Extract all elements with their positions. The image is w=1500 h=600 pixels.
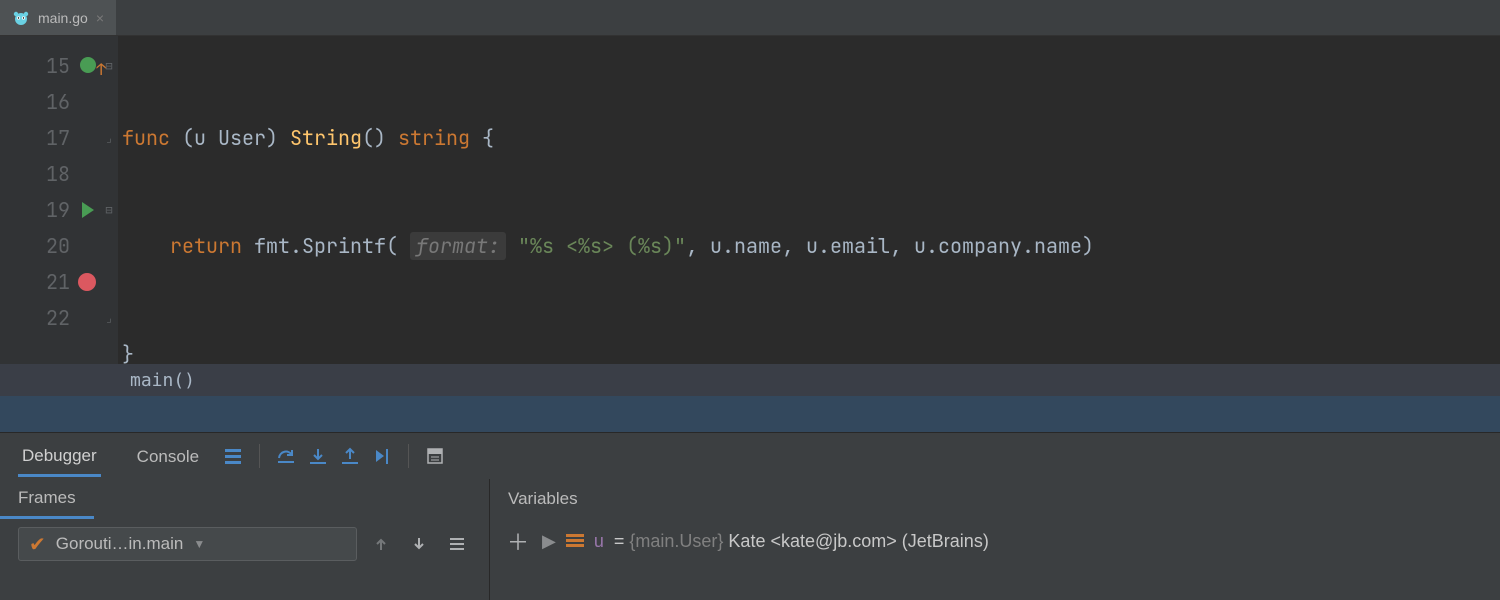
line-number: 16: [0, 84, 100, 120]
editor-spacer: [0, 396, 1500, 432]
goroutine-label: Gorouti…in.main: [56, 534, 184, 554]
code-editor[interactable]: 15 16 17 18 19 20 21 22 ⊟ ⌟ ⊟ ⌟ func (u …: [0, 36, 1500, 364]
breakpoint-marker[interactable]: 21: [0, 264, 100, 300]
check-icon: ✔: [29, 532, 46, 557]
variable-type: {main.User}: [629, 531, 723, 551]
frames-list-icon[interactable]: [443, 530, 471, 558]
breadcrumb-context[interactable]: main(): [0, 364, 1500, 396]
step-out-icon[interactable]: [336, 442, 364, 470]
struct-icon: [566, 534, 584, 548]
tab-console[interactable]: Console: [125, 437, 203, 475]
variables-header[interactable]: Variables: [490, 479, 1500, 519]
line-number[interactable]: 19: [0, 192, 100, 228]
tab-debugger[interactable]: Debugger: [18, 436, 101, 477]
goroutine-selector[interactable]: ✔ Gorouti…in.main ▼: [18, 527, 357, 561]
frames-panel: Frames ✔ Gorouti…in.main ▼: [0, 479, 490, 600]
next-frame-icon[interactable]: [405, 530, 433, 558]
prev-frame-icon[interactable]: [367, 530, 395, 558]
line-number: 22: [0, 300, 100, 336]
frames-header[interactable]: Frames: [0, 479, 94, 519]
code-line: return fmt.Sprintf( format: "%s <%s> (%s…: [118, 228, 1500, 264]
variable-value: Kate <kate@jb.com> (JetBrains): [723, 531, 988, 551]
file-tab-label: main.go: [38, 10, 88, 26]
fold-toggle-icon[interactable]: ⊟: [100, 192, 118, 228]
variables-row[interactable]: ＋ ▶ u = {main.User} Kate <kate@jb.com> (…: [490, 519, 1500, 563]
close-tab-icon[interactable]: ×: [96, 10, 104, 26]
expand-icon[interactable]: ▶: [542, 531, 556, 552]
fold-end-icon: ⌟: [100, 120, 118, 156]
line-number: 15: [0, 48, 100, 84]
debug-toolbar: Debugger Console: [0, 433, 1500, 479]
variable-name: u: [594, 531, 604, 552]
add-watch-icon[interactable]: ＋: [504, 527, 532, 555]
go-file-icon: [12, 9, 30, 27]
code-line: func (u User) String() string {: [118, 120, 1500, 156]
threads-icon[interactable]: [219, 442, 247, 470]
param-hint: format:: [410, 232, 506, 260]
editor-tabbar: main.go ×: [0, 0, 1500, 36]
line-gutter: 15 16 17 18 19 20 21 22: [0, 36, 100, 364]
line-number: 20: [0, 228, 100, 264]
file-tab-main-go[interactable]: main.go ×: [0, 0, 116, 35]
line-number: 17: [0, 120, 100, 156]
run-to-cursor-icon[interactable]: [368, 442, 396, 470]
fold-end-icon: ⌟: [100, 300, 118, 336]
variables-panel: Variables ＋ ▶ u = {main.User} Kate <kate…: [490, 479, 1500, 600]
code-line: }: [118, 336, 1500, 364]
line-number: 18: [0, 156, 100, 192]
debug-panel: Debugger Console Frames ✔ Gorouti…in.mai…: [0, 432, 1500, 600]
code-area[interactable]: func (u User) String() string { return f…: [118, 36, 1500, 364]
step-over-icon[interactable]: [272, 442, 300, 470]
step-into-icon[interactable]: [304, 442, 332, 470]
evaluate-expression-icon[interactable]: [421, 442, 449, 470]
dropdown-icon: ▼: [193, 537, 205, 551]
